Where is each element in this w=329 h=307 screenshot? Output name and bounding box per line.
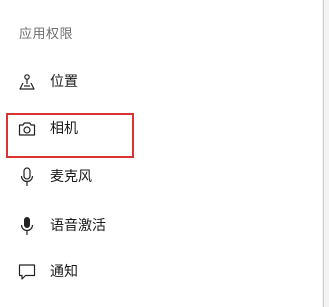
window-edge (322, 0, 329, 307)
nav-item-label: 语音激活 (50, 218, 106, 234)
nav-item-camera[interactable]: 相机 (0, 106, 320, 152)
nav-item-label: 相机 (50, 121, 78, 137)
voice-activation-icon (17, 216, 37, 236)
divider (323, 0, 324, 307)
nav-item-microphone[interactable]: 麦克风 (0, 154, 320, 200)
settings-nav-panel: 应用权限 位置 相机 麦克风 语音激活 通知 (0, 0, 322, 307)
nav-item-label: 通知 (50, 264, 78, 280)
nav-item-voice-activation[interactable]: 语音激活 (0, 203, 320, 249)
nav-item-label: 麦克风 (50, 169, 92, 185)
section-title: 应用权限 (19, 27, 74, 42)
nav-item-location[interactable]: 位置 (0, 59, 320, 105)
notification-icon (17, 262, 37, 282)
location-icon (17, 72, 37, 92)
nav-item-notification[interactable]: 通知 (0, 249, 320, 295)
microphone-icon (17, 167, 37, 187)
camera-icon (17, 119, 37, 139)
nav-item-label: 位置 (50, 74, 78, 90)
